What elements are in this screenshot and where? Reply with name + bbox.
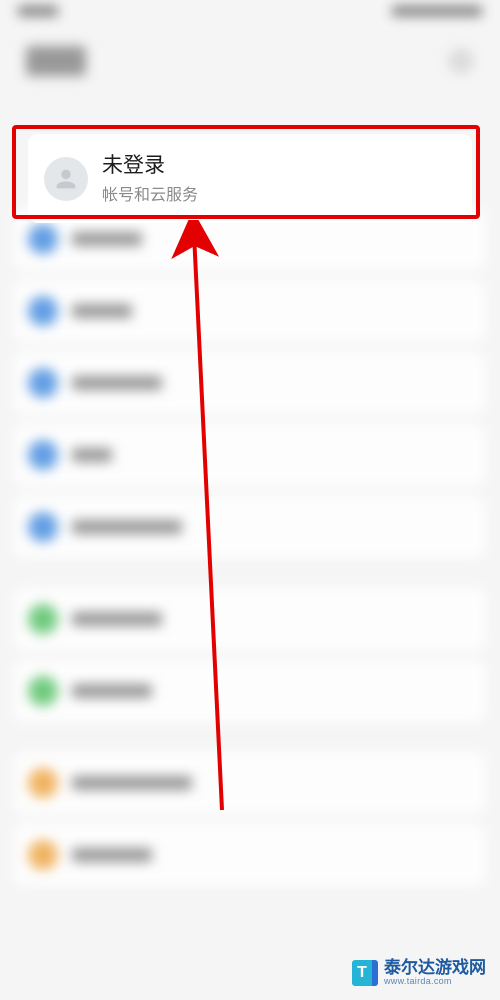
page-header [0, 30, 500, 102]
item-icon [28, 512, 58, 542]
watermark-brand: 泰尔达游戏网 [384, 959, 486, 976]
list-item[interactable] [14, 280, 486, 342]
item-icon [28, 296, 58, 326]
list-item[interactable] [14, 496, 486, 558]
list-item[interactable] [14, 660, 486, 722]
item-label [72, 232, 142, 246]
item-label [72, 448, 112, 462]
item-icon [28, 768, 58, 798]
item-label [72, 520, 182, 534]
list-item[interactable] [14, 352, 486, 414]
list-item[interactable] [14, 752, 486, 814]
item-label [72, 612, 162, 626]
settings-list [0, 208, 500, 886]
list-item[interactable] [14, 824, 486, 886]
list-item[interactable] [14, 424, 486, 486]
item-label [72, 848, 152, 862]
item-icon [28, 676, 58, 706]
item-label [72, 304, 132, 318]
item-label [72, 684, 152, 698]
watermark-logo-icon: T [352, 960, 378, 986]
account-title: 未登录 [102, 152, 456, 179]
watermark-url: www.tairda.com [384, 976, 486, 986]
item-icon [28, 840, 58, 870]
account-subtitle: 帐号和云服务 [102, 181, 456, 205]
status-bar [0, 0, 500, 30]
header-action-icon[interactable] [448, 48, 474, 74]
item-icon [28, 604, 58, 634]
item-label [72, 776, 192, 790]
page-title [26, 46, 86, 76]
account-card[interactable]: 未登录 帐号和云服务 [28, 134, 472, 223]
item-icon [28, 440, 58, 470]
item-label [72, 376, 162, 390]
list-item[interactable] [14, 588, 486, 650]
item-icon [28, 368, 58, 398]
item-icon [28, 224, 58, 254]
avatar-icon [44, 157, 88, 201]
watermark: T 泰尔达游戏网 www.tairda.com [352, 959, 486, 986]
